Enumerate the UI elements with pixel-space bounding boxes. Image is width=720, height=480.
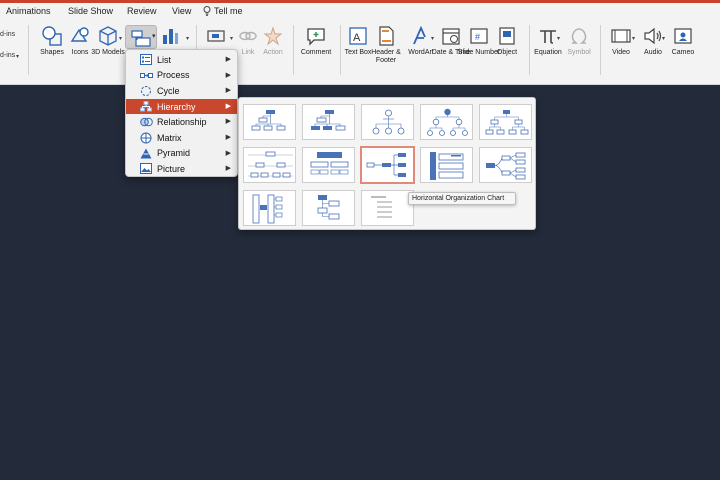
cameo-button[interactable]: Cameo — [660, 23, 706, 57]
menu-item-process[interactable]: Process ▶ — [126, 68, 237, 84]
menu-item-pyramid[interactable]: Pyramid ▶ — [126, 146, 237, 162]
chevron-down-icon[interactable]: ▾ — [16, 53, 19, 60]
object-button[interactable]: Object — [484, 23, 530, 57]
layout-thumbnail[interactable] — [243, 190, 296, 226]
submenu-arrow-icon: ▶ — [225, 133, 231, 141]
tab-slide-show[interactable]: Slide Show — [68, 6, 113, 16]
chart-button[interactable] — [150, 23, 190, 49]
omega-icon — [568, 23, 590, 49]
cameo-label: Cameo — [671, 49, 695, 56]
layout-thumbnail[interactable] — [420, 104, 473, 140]
submenu-arrow-icon: ▶ — [225, 87, 231, 95]
submenu-arrow-icon: ▶ — [225, 165, 231, 173]
cycle-icon — [139, 85, 153, 97]
submenu-arrow-icon: ▶ — [225, 56, 231, 63]
hierarchy-layout-gallery — [238, 97, 536, 230]
menu-item-hierarchy[interactable]: Hierarchy ▶ — [126, 98, 237, 115]
menu-item-label: Hierarchy — [157, 101, 196, 112]
3d-models-button[interactable]: 3D Models — [86, 23, 130, 57]
submenu-arrow-icon: ▶ — [225, 118, 231, 126]
menu-bar: Animations Slide Show Review View Tell m… — [0, 3, 720, 21]
menu-item-cycle[interactable]: Cycle ▶ — [126, 83, 237, 99]
tab-animations[interactable]: Animations — [6, 6, 51, 16]
insert-ribbon: d-ins d-ins ▾ Shapes Icons 3D Models ▾ ▾… — [0, 21, 720, 85]
symbol-button[interactable]: Symbol — [556, 23, 602, 57]
menu-item-label: Cycle — [157, 85, 180, 96]
smartart-category-menu: List ▶ Process ▶ Cycle ▶ Hierarchy ▶ Rel… — [125, 49, 238, 177]
hierarchy-icon — [139, 101, 153, 112]
layout-thumbnail[interactable] — [302, 147, 355, 183]
menu-item-matrix[interactable]: Matrix ▶ — [126, 130, 237, 146]
comment-icon — [305, 23, 327, 49]
layout-tooltip: Horizontal Organization Chart — [408, 192, 516, 205]
addins-top-label[interactable]: d-ins — [0, 31, 15, 38]
menu-item-label: Matrix — [157, 132, 182, 143]
svg-text:#: # — [475, 32, 480, 42]
header-footer-icon — [375, 23, 397, 49]
addins-bottom-label[interactable]: d-ins — [0, 52, 15, 59]
layout-thumbnail[interactable] — [243, 147, 296, 183]
tab-review[interactable]: Review — [127, 6, 157, 16]
menu-item-label: Picture — [157, 163, 186, 174]
menu-item-label: List — [157, 54, 172, 65]
layout-thumbnail-horizontal-organization-chart[interactable] — [360, 146, 415, 184]
submenu-arrow-icon: ▶ — [225, 102, 231, 110]
menu-item-list[interactable]: List ▶ — [126, 52, 237, 68]
symbol-label: Symbol — [567, 49, 591, 56]
object-label: Object — [496, 49, 518, 56]
cameo-icon — [672, 23, 694, 49]
screenshot-icon — [204, 23, 228, 49]
comment-button[interactable]: Comment — [293, 23, 339, 57]
layout-thumbnail[interactable] — [361, 104, 414, 140]
layout-thumbnail[interactable] — [420, 147, 473, 183]
layout-thumbnail[interactable] — [302, 104, 355, 140]
menu-item-label: Process — [157, 70, 190, 81]
comment-label: Comment — [300, 49, 332, 56]
process-icon — [139, 71, 153, 80]
bar-chart-icon — [159, 23, 181, 49]
menu-item-picture[interactable]: Picture ▶ — [126, 161, 237, 177]
lightbulb-icon — [203, 6, 211, 16]
tell-me-label: Tell me — [214, 6, 243, 16]
menu-item-label: Pyramid — [157, 148, 191, 159]
list-icon — [139, 54, 153, 66]
pyramid-icon — [139, 148, 153, 159]
layout-thumbnail[interactable] — [243, 104, 296, 140]
matrix-icon — [139, 132, 153, 144]
tell-me-search[interactable]: Tell me — [203, 6, 243, 16]
picture-icon — [139, 163, 153, 175]
chevron-down-icon[interactable]: ▾ — [186, 35, 189, 42]
chevron-down-icon[interactable]: ▾ — [119, 35, 122, 42]
star-icon — [262, 23, 284, 49]
object-icon — [496, 23, 518, 49]
menu-item-label: Relationship — [157, 117, 207, 128]
layout-thumbnail[interactable] — [479, 104, 532, 140]
action-button[interactable]: Action — [251, 23, 295, 57]
layout-thumbnail[interactable] — [361, 190, 414, 226]
relationship-icon — [139, 117, 153, 127]
action-label: Action — [263, 49, 283, 56]
layout-thumbnail[interactable] — [479, 147, 532, 183]
submenu-arrow-icon: ▶ — [225, 71, 231, 79]
svg-text:A: A — [353, 32, 361, 44]
menu-item-relationship[interactable]: Relationship ▶ — [126, 114, 237, 130]
submenu-arrow-icon: ▶ — [225, 149, 231, 157]
tab-view[interactable]: View — [172, 6, 191, 16]
layout-thumbnail[interactable] — [302, 190, 355, 226]
cube-icon — [97, 23, 119, 49]
